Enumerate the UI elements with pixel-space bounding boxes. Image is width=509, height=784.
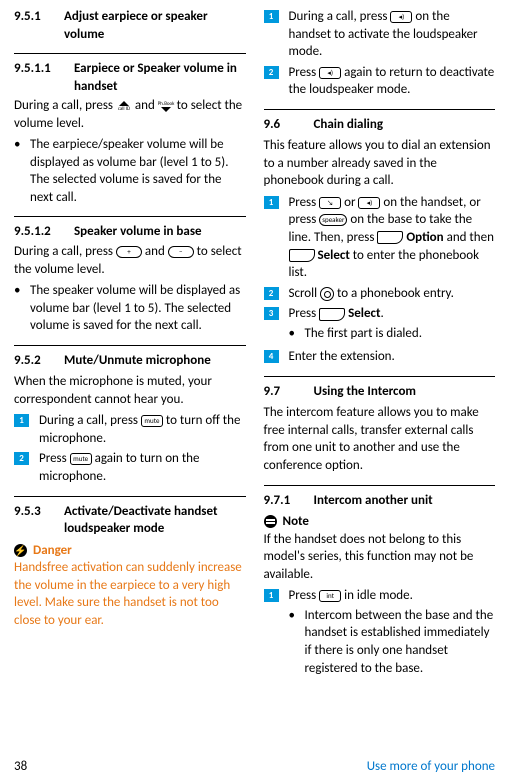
step-badge-1: 1 (264, 589, 279, 602)
rule (14, 216, 246, 217)
handsfree-key-icon: ◂) (358, 197, 380, 209)
sub-bullet-list: •Intercom between the base and the hands… (289, 607, 496, 677)
note-text: If the handset does not belong to this m… (264, 531, 496, 584)
nav-ring-icon (320, 287, 334, 301)
softkey-icon (377, 231, 403, 244)
minus-key-icon: − (168, 246, 194, 258)
sectitle: Using the Intercom (314, 383, 417, 401)
heading-9-7-1: 9.7.1 Intercom another unit (264, 492, 496, 510)
sectitle: Adjust earpiece or speaker volume (64, 8, 246, 43)
heading-9-5-3: 9.5.3 Activate/Deactivate handset loudsp… (14, 503, 246, 538)
paragraph: When the microphone is muted, your corre… (14, 373, 246, 408)
mute-key-icon: mute (70, 453, 92, 465)
list-item: 1 During a call, press ◂) on the handset… (264, 8, 496, 61)
rule (14, 496, 246, 497)
step-list: 1 During a call, press ◂) on the handset… (264, 8, 496, 99)
list-item: 2 Scroll to a phonebook entry. (264, 285, 496, 303)
page-body: 9.5.1 Adjust earpiece or speaker volume … (0, 0, 509, 750)
danger-heading: ⚡ Danger (14, 542, 246, 560)
right-column: 1 During a call, press ◂) on the handset… (264, 8, 496, 750)
secnum: 9.7.1 (264, 492, 302, 510)
plus-key-icon: + (116, 246, 142, 258)
page-footer: 38 Use more of your phone (14, 758, 495, 776)
list-item: 3 Press Select. •The first part is diale… (264, 305, 496, 345)
list-item: •Intercom between the base and the hands… (289, 607, 496, 677)
mute-key-icon: mute (141, 415, 163, 427)
secnum: 9.5.1.2 (14, 223, 62, 241)
secnum: 9.5.3 (14, 503, 52, 538)
page-number: 38 (14, 758, 27, 776)
step-list: 1 Press int in idle mode. •Intercom betw… (264, 587, 496, 680)
list-item: 2 Press ◂) again to return to deactivate… (264, 64, 496, 99)
heading-9-7: 9.7 Using the Intercom (264, 383, 496, 401)
speaker-key-icon: speaker (319, 214, 347, 226)
paragraph: This feature allows you to dial an exten… (264, 137, 496, 190)
list-item: 2 Press mute again to turn on the microp… (14, 450, 246, 485)
rule (264, 485, 496, 486)
list-item: •The speaker volume will be displayed as… (14, 282, 246, 335)
step-badge-3: 3 (264, 307, 279, 320)
sectitle: Chain dialing (314, 116, 384, 134)
paragraph: The intercom feature allows you to make … (264, 404, 496, 474)
sectitle: Mute/Unmute microphone (64, 352, 211, 370)
secnum: 9.5.1.1 (14, 60, 62, 95)
secnum: 9.7 (264, 383, 302, 401)
heading-9-5-2: 9.5.2 Mute/Unmute microphone (14, 352, 246, 370)
paragraph: During a call, press and to select the v… (14, 97, 246, 132)
loudspeaker-key-icon: ◂) (319, 67, 341, 79)
step-badge-1: 1 (14, 414, 29, 427)
list-item: •The first part is dialed. (289, 325, 496, 343)
softkey-icon (319, 308, 345, 321)
note-icon (264, 515, 277, 528)
rule (14, 53, 246, 54)
heading-9-5-1-1: 9.5.1.1 Earpiece or Speaker volume in ha… (14, 60, 246, 95)
danger-icon: ⚡ (14, 544, 27, 557)
step-badge-4: 4 (264, 350, 279, 363)
rule (264, 109, 496, 110)
list-item: •The earpiece/speaker volume will be dis… (14, 136, 246, 206)
bullet-list: •The earpiece/speaker volume will be dis… (14, 136, 246, 206)
step-badge-1: 1 (264, 196, 279, 209)
sectitle: Earpiece or Speaker volume in handset (74, 60, 246, 95)
danger-text: Handsfree activation can suddenly increa… (14, 559, 246, 629)
sectitle: Speaker volume in base (74, 223, 202, 241)
left-column: 9.5.1 Adjust earpiece or speaker volume … (14, 8, 246, 750)
nav-up-icon (116, 101, 132, 112)
list-item: 1 Press ↘ or ◂) on the handset, or press… (264, 194, 496, 282)
loudspeaker-key-icon: ◂) (390, 11, 412, 23)
step-list: 1 During a call, press mute to turn off … (14, 412, 246, 485)
bullet-list: •The speaker volume will be displayed as… (14, 282, 246, 335)
talk-key-icon: ↘ (319, 197, 341, 209)
heading-9-5-1: 9.5.1 Adjust earpiece or speaker volume (14, 8, 246, 43)
sectitle: Activate/Deactivate handset loudspeaker … (64, 503, 246, 538)
step-badge-1: 1 (264, 10, 279, 23)
heading-9-5-1-2: 9.5.1.2 Speaker volume in base (14, 223, 246, 241)
rule (264, 376, 496, 377)
step-list: 1 Press ↘ or ◂) on the handset, or press… (264, 194, 496, 366)
heading-9-6: 9.6 Chain dialing (264, 116, 496, 134)
sectitle: Intercom another unit (314, 492, 433, 510)
note-heading: Note (264, 513, 496, 531)
list-item: 4 Enter the extension. (264, 348, 496, 366)
chapter-title: Use more of your phone (367, 758, 495, 776)
step-badge-2: 2 (14, 452, 29, 465)
softkey-icon (289, 249, 315, 262)
int-key-icon: int (319, 590, 341, 602)
list-item: 1 During a call, press mute to turn off … (14, 412, 246, 447)
secnum: 9.6 (264, 116, 302, 134)
secnum: 9.5.2 (14, 352, 52, 370)
sub-bullet-list: •The first part is dialed. (289, 325, 496, 343)
list-item: 1 Press int in idle mode. •Intercom betw… (264, 587, 496, 680)
secnum: 9.5.1 (14, 8, 52, 43)
nav-down-icon (158, 101, 174, 112)
rule (14, 345, 246, 346)
step-badge-2: 2 (264, 287, 279, 300)
step-badge-2: 2 (264, 66, 279, 79)
paragraph: During a call, press + and − to select t… (14, 243, 246, 278)
